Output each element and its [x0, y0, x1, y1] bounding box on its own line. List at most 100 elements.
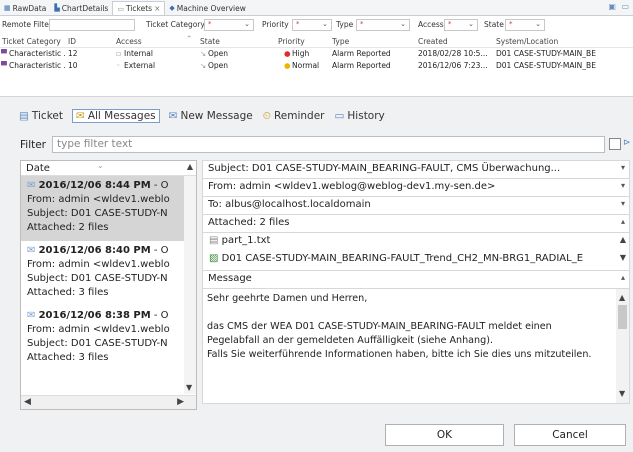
scroll-down-icon[interactable]: ▼ — [186, 383, 192, 392]
message-list-hscroll[interactable]: ◀ ▶ — [21, 395, 196, 409]
chevron-down-icon: ⌄ — [468, 20, 474, 28]
remote-filter-input[interactable] — [49, 19, 135, 31]
message-body[interactable]: Sehr geehrte Damen und Herren, das CMS d… — [202, 288, 630, 404]
message-list: Date ⌄ ▲ ✉ 2016/12/06 8:44 PM - O From: … — [20, 160, 197, 410]
filter-checkbox[interactable] — [609, 138, 621, 150]
date-column-header[interactable]: Date ⌄ ▲ — [21, 161, 196, 176]
scroll-down-icon[interactable]: ▼ — [619, 387, 625, 401]
state-select[interactable]: * ⌄ — [505, 19, 545, 31]
scroll-down-icon[interactable]: ▼ — [620, 253, 626, 262]
col-system-location[interactable]: System/Location — [496, 37, 558, 46]
tab-history[interactable]: ▭ History — [333, 109, 385, 123]
access-label: Access — [418, 20, 444, 29]
globe-icon: ◦ — [116, 61, 121, 70]
col-access[interactable]: Access — [116, 37, 142, 46]
message-item[interactable]: ✉ 2016/12/06 8:40 PM - O From: admin <wl… — [21, 241, 196, 306]
attachment-item[interactable]: ▤ part_1.txt — [203, 233, 629, 251]
sort-icon: ⌄ — [97, 161, 104, 170]
expand-icon[interactable]: ▾ — [621, 181, 625, 190]
ticket-icon: ▤ — [19, 110, 29, 122]
message-detail: Subject: D01 CASE-STUDY-MAIN_BEARING-FAU… — [202, 160, 630, 410]
ok-button[interactable]: OK — [385, 424, 504, 446]
minimize-icon[interactable]: ▭ — [621, 2, 629, 11]
messages-icon: ✉ — [76, 110, 85, 122]
expand-icon[interactable]: ▾ — [621, 199, 625, 208]
col-created[interactable]: Created — [418, 37, 448, 46]
collapse-icon[interactable]: ▴ — [621, 273, 625, 282]
message-list-vscroll[interactable]: ▼ — [184, 176, 196, 394]
table-row[interactable]: ▀ Characteristic ... 10 ◦ External ↘ Ope… — [0, 60, 633, 72]
filter-label: Filter — [20, 139, 47, 151]
detail-subject[interactable]: Subject: D01 CASE-STUDY-MAIN_BEARING-FAU… — [202, 160, 630, 178]
type-select[interactable]: * ⌄ — [356, 19, 410, 31]
type-label: Type — [336, 20, 354, 29]
tab-ticket[interactable]: ▤ Ticket — [18, 109, 64, 123]
message-label-row: Message ▴ — [202, 270, 630, 288]
mail-icon: ✉ — [27, 310, 36, 321]
col-type[interactable]: Type — [332, 37, 349, 46]
ticket-icon: ▀ — [1, 49, 7, 58]
tab-rawdata[interactable]: ▦ RawData — [0, 1, 50, 15]
col-ticket-category[interactable]: Ticket Category — [2, 37, 61, 46]
priority-label: Priority — [262, 20, 289, 29]
message-item[interactable]: ✉ 2016/12/06 8:38 PM - O From: admin <wl… — [21, 306, 196, 371]
table-row[interactable]: ▀ Characteristic ... 12 ▫ Internal ↘ Ope… — [0, 48, 633, 60]
history-icon: ▭ — [334, 110, 345, 122]
cancel-button[interactable]: Cancel — [514, 424, 626, 446]
remote-filter-label: Remote Filter — [2, 20, 52, 29]
collapse-icon[interactable]: ▴ — [621, 217, 625, 226]
table-header: Ticket Category ID Access ⌃ State Priori… — [0, 34, 633, 48]
state-icon: ↘ — [200, 61, 207, 70]
ticket-icon: ▀ — [1, 61, 7, 70]
ticket-dialog: ▤ Ticket ✉ All Messages ✉ New Message ⏲ … — [0, 96, 633, 452]
chart-file-icon: ▨ — [209, 253, 219, 264]
scroll-up-icon[interactable]: ▲ — [187, 162, 193, 171]
tab-tickets[interactable]: ▭ Tickets × — [112, 1, 166, 15]
access-select[interactable]: * ⌄ — [444, 19, 478, 31]
tab-chartdetails[interactable]: ▙ ChartDetails — [50, 1, 112, 15]
col-priority[interactable]: Priority — [278, 37, 305, 46]
scroll-up-icon[interactable]: ▲ — [619, 291, 625, 305]
tab-machine-overview[interactable]: ◆ Machine Overview — [165, 1, 249, 15]
attachment-item[interactable]: ▨ D01 CASE-STUDY-MAIN_BEARING-FAULT_Tren… — [203, 251, 629, 269]
maximize-icon[interactable]: ▣ — [608, 2, 616, 11]
mail-icon: ✉ — [27, 245, 36, 256]
chevron-down-icon: ⌄ — [244, 20, 250, 28]
expand-icon[interactable]: ▾ — [621, 163, 625, 172]
detail-from[interactable]: From: admin <wldev1.weblog@weblog-dev1.m… — [202, 178, 630, 196]
tab-all-messages[interactable]: ✉ All Messages — [72, 109, 160, 123]
ticket-subtabs: ▤ Ticket ✉ All Messages ✉ New Message ⏲ … — [18, 109, 386, 123]
attachment-list: ▤ part_1.txt ▨ D01 CASE-STUDY-MAIN_BEARI… — [202, 232, 630, 270]
view-controls[interactable]: ▣ ▭ — [608, 2, 629, 11]
scroll-up-icon[interactable]: ▲ — [620, 235, 626, 244]
chart-icon: ▙ — [54, 4, 60, 12]
priority-normal-icon: ● — [284, 61, 291, 70]
col-id[interactable]: ID — [68, 37, 76, 46]
filter-input[interactable]: type filter text — [52, 136, 605, 153]
tickets-table: Ticket Category ID Access ⌃ State Priori… — [0, 34, 633, 72]
tickets-icon: ▭ — [117, 4, 124, 13]
state-icon: ↘ — [200, 49, 207, 58]
message-item[interactable]: ✉ 2016/12/06 8:44 PM - O From: admin <wl… — [21, 176, 196, 241]
detail-attached[interactable]: Attached: 2 files ▴ — [202, 214, 630, 232]
mail-icon: ✉ — [27, 180, 36, 191]
priority-high-icon: ● — [284, 49, 291, 58]
ticket-category-select[interactable]: * ⌄ — [204, 19, 254, 31]
editor-tab-bar: ▦ RawData ▙ ChartDetails ▭ Tickets × ◆ M… — [0, 0, 633, 16]
detail-to[interactable]: To: albus@localhost.localdomain ▾ — [202, 196, 630, 214]
scroll-left-icon[interactable]: ◀ — [24, 397, 31, 407]
state-label: State — [484, 20, 504, 29]
pin-icon[interactable]: ⊳ — [623, 138, 631, 148]
col-state[interactable]: State — [200, 37, 220, 46]
chevron-down-icon: ⌄ — [322, 20, 328, 28]
table-icon: ▦ — [4, 4, 11, 12]
tab-reminder[interactable]: ⏲ Reminder — [262, 109, 326, 123]
machine-icon: ◆ — [169, 4, 175, 12]
tab-new-message[interactable]: ✉ New Message — [168, 109, 254, 123]
priority-select[interactable]: * ⌄ — [292, 19, 332, 31]
chevron-down-icon: ⌄ — [535, 20, 541, 28]
message-vscroll[interactable]: ▲ ▼ — [616, 289, 629, 403]
scroll-right-icon[interactable]: ▶ — [177, 397, 184, 407]
scroll-thumb[interactable] — [618, 305, 627, 329]
close-icon[interactable]: × — [154, 4, 160, 13]
